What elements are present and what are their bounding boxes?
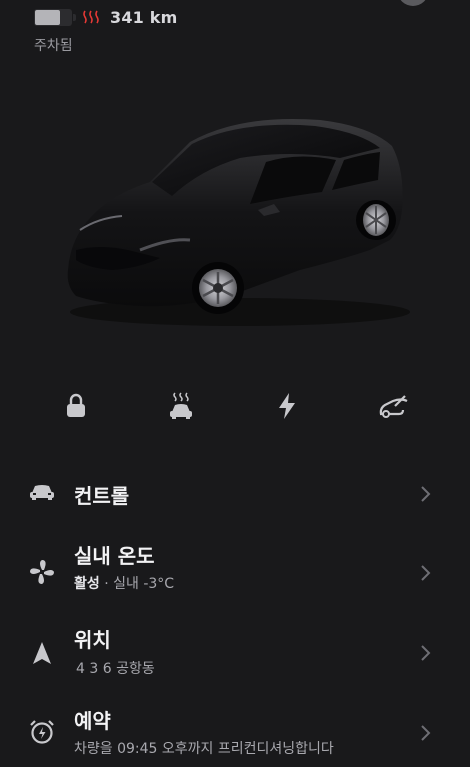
charge-icon [279,393,295,419]
lock-icon [67,393,85,417]
alarm-clock-icon [28,718,56,746]
car-image [67,118,410,326]
trunk-button[interactable] [373,386,413,426]
navigation-arrow-icon [28,639,56,667]
menu-controls[interactable]: 컨트롤 [0,470,470,520]
chevron-right-icon [421,725,431,741]
chevron-right-icon [421,565,431,581]
schedule-title: 예약 [74,709,111,733]
battery-fill [35,9,60,25]
location-title: 위치 [74,628,111,652]
quick-actions [0,386,470,426]
chevron-right-icon [421,486,431,502]
range-value: 341 km [110,7,178,27]
charge-button[interactable] [267,386,307,426]
trunk-icon [379,395,408,418]
schedule-subtitle: 차량을 09:45 오후까지 프리컨디셔닝합니다 [74,741,334,757]
profile-avatar-button[interactable] [398,0,428,6]
fan-icon [28,558,56,586]
climate-status: 활성 [74,576,100,592]
lock-button[interactable] [56,386,96,426]
menu-location[interactable]: 위치 4 3 6 공항동 [0,622,470,684]
climate-subtitle: 활성 · 실내 -3°C [74,573,174,593]
climate-interior-temp: · 실내 -3°C [99,576,175,592]
vehicle-state-label: 주차됨 [34,38,73,54]
car-icon [28,478,56,506]
location-address: 4 3 6 공항동 [76,661,155,677]
chevron-right-icon [421,645,431,661]
vehicle-status: 341 km [34,6,177,28]
battery-indicator [34,8,76,26]
controls-title: 컨트롤 [74,484,130,508]
climate-button[interactable] [161,386,201,426]
climate-title: 실내 온도 [74,544,155,568]
battery-heating-icon [83,10,99,24]
menu-climate[interactable]: 실내 온도 활성 · 실내 -3°C [0,535,470,609]
seat-heat-icon [170,392,192,419]
menu-schedule[interactable]: 예약 차량을 09:45 오후까지 프리컨디셔닝합니다 [0,702,470,762]
